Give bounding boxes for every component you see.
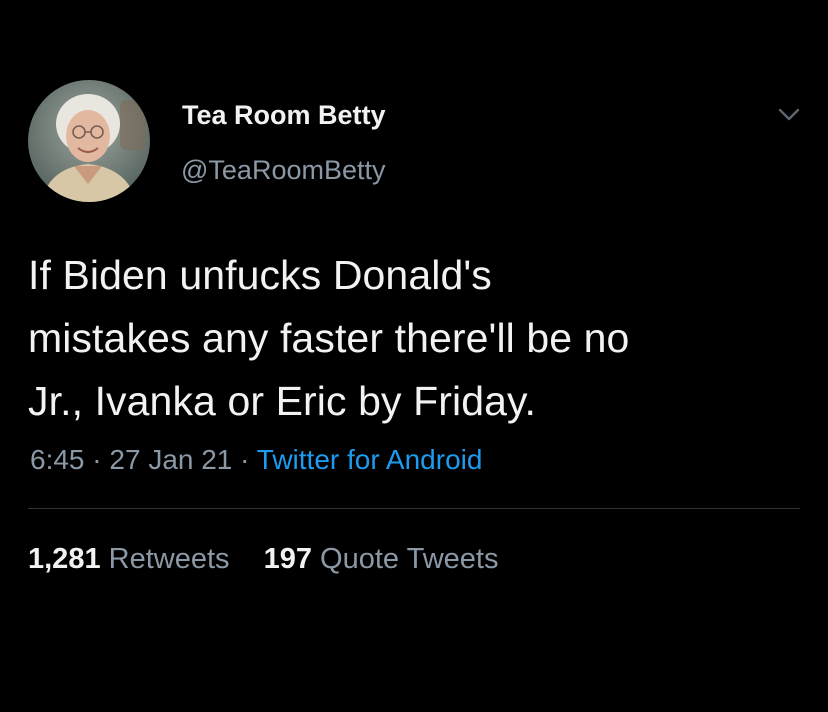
separator-dot: · <box>92 444 102 475</box>
tweet-date[interactable]: 27 Jan 21 <box>109 444 232 475</box>
elderly-woman-avatar-icon <box>28 80 150 202</box>
retweets-stat[interactable]: 1,281 Retweets <box>28 543 230 576</box>
quote-tweets-label: Quote Tweets <box>320 543 499 575</box>
tweet-source-link[interactable]: Twitter for Android <box>257 444 483 475</box>
tweet-metadata: 6:45 · 27 Jan 21 · Twitter for Android <box>30 444 482 476</box>
tweet-text-line: Jr., Ivanka or Eric by Friday. <box>28 378 537 424</box>
tweet-detail: Tea Room Betty @TeaRoomBetty If Biden un… <box>0 0 828 712</box>
avatar[interactable] <box>28 80 150 202</box>
separator-dot: · <box>240 444 250 475</box>
retweets-count: 1,281 <box>28 543 101 575</box>
divider <box>28 508 800 509</box>
author-display-name[interactable]: Tea Room Betty <box>182 100 386 131</box>
retweets-label: Retweets <box>108 543 230 575</box>
quote-tweets-stat[interactable]: 197 Quote Tweets <box>264 543 499 576</box>
tweet-text-line: mistakes any faster there'll be no <box>28 315 630 361</box>
tweet-text: If Biden unfucks Donald's mistakes any f… <box>28 244 798 433</box>
quote-tweets-count: 197 <box>263 543 312 575</box>
author-handle[interactable]: @TeaRoomBetty <box>181 155 386 186</box>
tweet-stats: 1,281 Retweets 197 Quote Tweets <box>28 543 524 576</box>
tweet-time[interactable]: 6:45 <box>30 444 85 475</box>
chevron-down-icon[interactable] <box>774 100 804 130</box>
tweet-text-line: If Biden unfucks Donald's <box>28 252 492 298</box>
